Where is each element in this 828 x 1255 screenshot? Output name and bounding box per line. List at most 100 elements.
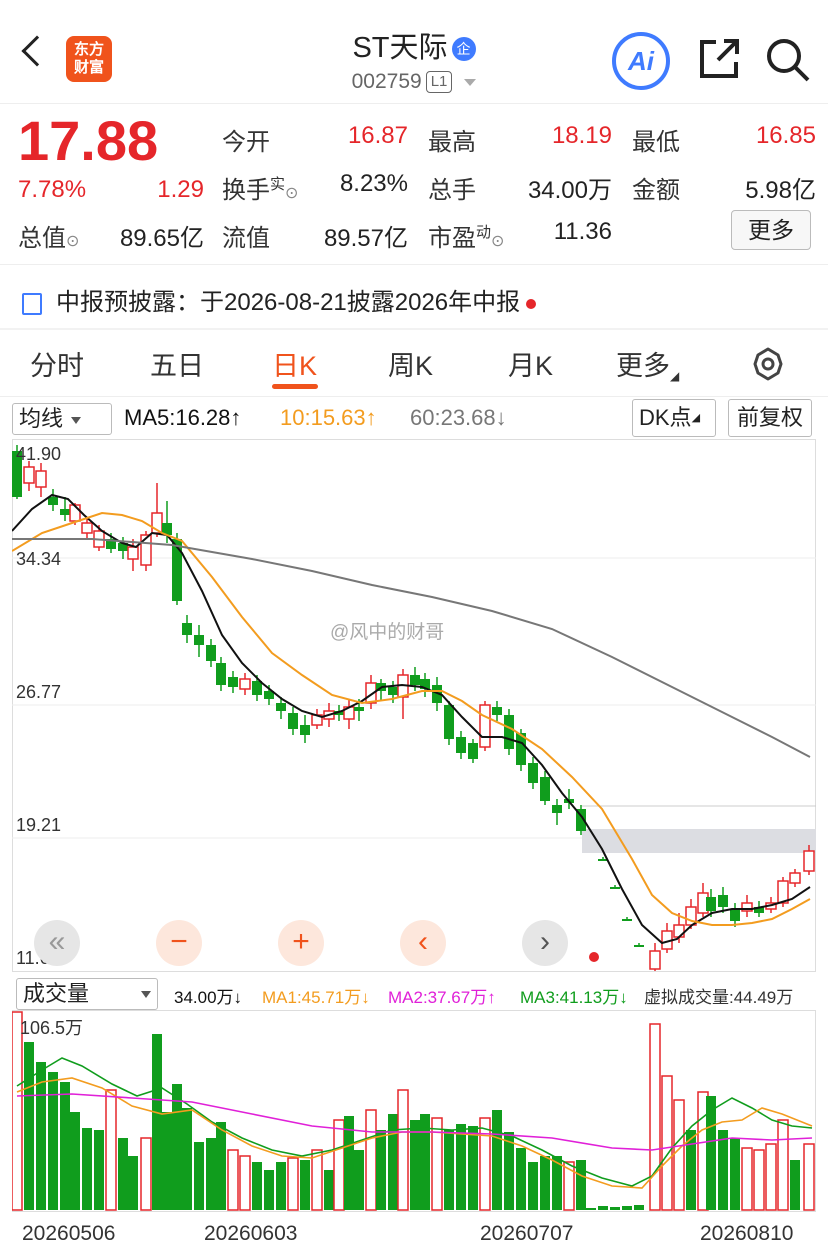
volume-bar-down [194, 1142, 204, 1210]
kline-chart[interactable] [12, 439, 816, 972]
chevron-down-icon [141, 991, 151, 998]
tab-more[interactable]: 更多◢ [616, 344, 679, 383]
search-icon[interactable] [764, 36, 812, 84]
volume-bar-down [718, 1130, 728, 1210]
mktcap-label[interactable]: 总值⊙ [18, 218, 79, 253]
ma5-line [12, 493, 811, 945]
tab-monthly-k[interactable]: 月K [508, 344, 553, 383]
change-amount: 1.29 [157, 176, 204, 203]
zoom-first-button[interactable]: « [34, 920, 80, 966]
zoom-out-button[interactable]: − [156, 920, 202, 966]
candle-down [206, 645, 216, 661]
volume-bar-down [492, 1110, 502, 1210]
volume-bar-up [239, 1155, 251, 1211]
divider [0, 264, 828, 265]
candle-down [48, 497, 58, 505]
volume-bar-down [118, 1138, 128, 1210]
volume-bar-down [504, 1132, 514, 1210]
candle-up [239, 678, 251, 690]
dropdown-icon [464, 78, 477, 86]
turnover-label[interactable]: 换手实⊙ [222, 170, 298, 205]
ai-button[interactable]: Ai [612, 32, 670, 90]
tab-five-day[interactable]: 五日 [150, 344, 204, 383]
candle-down [552, 805, 562, 813]
tab-weekly-k[interactable]: 周K [388, 344, 433, 383]
volume-bar-down [634, 1205, 644, 1210]
low-value: 16.85 [755, 122, 816, 149]
candle-down [622, 919, 632, 921]
vol-ma1-label: MA1:45.71万↓ [262, 988, 370, 1007]
ma60-line [12, 538, 811, 758]
volume-bar-down [444, 1130, 454, 1210]
volume-bar-down [172, 1084, 182, 1210]
volume-bar-down [598, 1206, 608, 1210]
volume-bar-up [753, 1149, 765, 1211]
volume-bar-down [216, 1122, 226, 1210]
volume-bar-up [479, 1117, 491, 1211]
level-badge: L1 [425, 71, 453, 94]
zoom-in-button[interactable]: + [278, 920, 324, 966]
volume-bar-down [354, 1150, 364, 1210]
volume-max-label: 106.5万 [20, 1018, 84, 1038]
more-button[interactable]: 更多 [731, 210, 811, 250]
candle-down [540, 777, 550, 801]
candle-down [182, 623, 192, 635]
volume-bar-up [661, 1075, 673, 1211]
candle-down [634, 945, 644, 947]
divider [0, 328, 828, 330]
vol-label: 34.00万↓ [174, 988, 243, 1007]
notice-bar[interactable]: 中报预披露：于2026-08-21披露2026年中报 [22, 282, 537, 317]
volume-bar-up [803, 1143, 815, 1211]
volume-bar-down [622, 1206, 632, 1210]
document-icon [22, 292, 42, 315]
volume-bar-up [741, 1147, 753, 1211]
stock-code: 002759 [351, 70, 422, 93]
candle-down [388, 687, 398, 695]
volume-label: 总手 [428, 177, 476, 204]
ma10-line [12, 511, 811, 926]
divider [0, 396, 828, 397]
volume-bar-up [673, 1099, 685, 1211]
pe-value: 11.36 [553, 218, 612, 245]
ma60-label: 60:23.68↓ [410, 405, 507, 430]
volume-bar-down [264, 1170, 274, 1210]
volume-bar-up [765, 1143, 777, 1211]
volume-bar-up [311, 1149, 323, 1211]
volume-bar-down [162, 1112, 172, 1210]
candle-up [81, 522, 93, 534]
candle-down [456, 737, 466, 753]
candle-down [410, 675, 420, 685]
enterprise-badge: 企 [451, 37, 476, 62]
volume-chart[interactable] [12, 1010, 816, 1212]
candle-up [35, 470, 47, 488]
tab-daily-k[interactable]: 日K [272, 344, 317, 383]
candle-down [60, 509, 70, 515]
vol-ma3-label: MA3:41.13万↓ [520, 988, 628, 1007]
info-icon[interactable]: ⊙ [285, 185, 298, 202]
x-axis-date: 20260603 [204, 1222, 298, 1245]
indicator-select[interactable]: 均线 [12, 403, 112, 435]
candle-down [276, 703, 286, 711]
volume-bar-down [610, 1207, 620, 1210]
share-icon[interactable] [696, 36, 742, 82]
volume-bar-up [649, 1023, 661, 1211]
volume-bar-down [128, 1156, 138, 1210]
volume-indicator-select[interactable]: 成交量 [16, 978, 158, 1010]
volume-bar-up [105, 1089, 117, 1211]
gear-icon[interactable] [750, 346, 786, 382]
candle-down [718, 895, 728, 907]
candle-down [730, 909, 740, 921]
current-price: 17.88 [18, 109, 159, 172]
mktcap-value: 89.65亿 [119, 225, 204, 252]
scroll-right-button[interactable]: › [522, 920, 568, 966]
volume-bar-down [152, 1034, 162, 1210]
info-icon[interactable]: ⊙ [66, 233, 79, 250]
tab-intraday[interactable]: 分时 [30, 344, 84, 383]
high-label: 最高 [428, 129, 476, 156]
scroll-left-button[interactable]: ‹ [400, 920, 446, 966]
info-icon[interactable]: ⊙ [491, 233, 504, 250]
dk-point-button[interactable]: DK点◢ [632, 399, 716, 437]
amount-label: 金额 [632, 177, 680, 204]
pe-label[interactable]: 市盈动⊙ [428, 218, 504, 253]
adjust-button[interactable]: 前复权 [728, 399, 812, 437]
